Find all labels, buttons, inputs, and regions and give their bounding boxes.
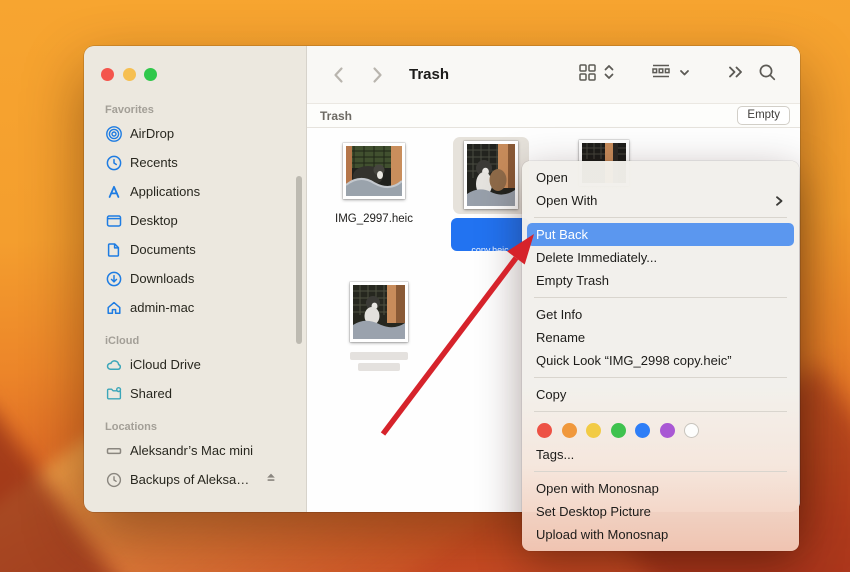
- tag-color-purple[interactable]: [659, 422, 675, 438]
- menu-separator: [534, 471, 787, 472]
- tag-color-row: [522, 417, 799, 443]
- mac-mini-icon: [104, 441, 123, 460]
- airdrop-icon: [104, 124, 123, 143]
- tag-color-green[interactable]: [610, 422, 626, 438]
- menu-separator: [534, 377, 787, 378]
- applications-icon: [104, 182, 123, 201]
- search-icon[interactable]: [757, 62, 778, 88]
- sidebar-item-backups[interactable]: Backups of Aleksa…: [102, 465, 294, 494]
- file-thumbnail-img-2998-copy[interactable]: [464, 141, 518, 209]
- sidebar-item-mac-mini[interactable]: Aleksandr’s Mac mini: [102, 436, 294, 465]
- sidebar-item-shared[interactable]: Shared: [102, 379, 294, 408]
- grid-view-icon: [577, 62, 598, 88]
- view-options-button[interactable]: [577, 62, 615, 88]
- document-icon: [104, 240, 123, 259]
- menu-item-quick-look[interactable]: Quick Look “IMG_2998 copy.heic”: [522, 349, 799, 372]
- menu-item-open-with-monosnap[interactable]: Open with Monosnap: [522, 477, 799, 500]
- sidebar-item-label: Downloads: [130, 271, 195, 286]
- backup-clock-icon: [104, 470, 123, 489]
- tag-color-yellow[interactable]: [586, 422, 601, 438]
- tag-color-orange[interactable]: [561, 422, 577, 438]
- sidebar-item-label: Desktop: [130, 213, 178, 228]
- sidebar-item-label: admin-mac: [130, 300, 195, 315]
- menu-item-put-back[interactable]: Put Back: [527, 223, 794, 246]
- group-by-button[interactable]: [649, 62, 691, 87]
- menu-separator: [534, 217, 787, 218]
- sidebar: Favorites AirDrop Recents Applications D…: [84, 46, 307, 512]
- tag-color-none[interactable]: [684, 422, 699, 438]
- faded-file-name-label: [350, 352, 408, 371]
- sidebar-item-desktop[interactable]: Desktop: [102, 206, 294, 235]
- sidebar-item-icloud-drive[interactable]: iCloud Drive: [102, 350, 294, 379]
- menu-item-open-with[interactable]: Open With: [522, 189, 799, 212]
- sidebar-section-icloud: iCloud: [105, 335, 140, 347]
- desktop-icon: [104, 211, 123, 230]
- path-bar: Trash Empty: [307, 103, 800, 128]
- sidebar-item-downloads[interactable]: Downloads: [102, 264, 294, 293]
- menu-item-copy[interactable]: Copy: [522, 383, 799, 406]
- back-button[interactable]: [329, 64, 349, 86]
- eject-icon[interactable]: [264, 471, 278, 488]
- sidebar-item-label: Backups of Aleksa…: [130, 472, 250, 487]
- cloud-icon: [104, 355, 123, 374]
- sidebar-list: Favorites AirDrop Recents Applications D…: [84, 46, 306, 494]
- minimize-window-button[interactable]: [122, 68, 136, 81]
- file-thumbnail-faded[interactable]: [350, 282, 408, 342]
- file-thumbnail-img-2997[interactable]: [343, 143, 405, 199]
- up-down-chevrons-icon: [603, 62, 615, 87]
- sidebar-item-recents[interactable]: Recents: [102, 148, 294, 177]
- clock-icon: [104, 153, 123, 172]
- chevron-down-icon: [678, 66, 691, 84]
- sidebar-item-label: Recents: [130, 155, 178, 170]
- menu-item-tags[interactable]: Tags...: [522, 443, 799, 466]
- file-name-label[interactable]: IMG_2997.heic: [309, 213, 439, 225]
- sidebar-section-favorites: Favorites: [105, 104, 154, 116]
- sidebar-item-applications[interactable]: Applications: [102, 177, 294, 206]
- sidebar-item-label: Shared: [130, 386, 172, 401]
- selected-file-name-label[interactable]: copy.heic: [451, 218, 529, 251]
- menu-item-get-info[interactable]: Get Info: [522, 303, 799, 326]
- sidebar-section-locations: Locations: [105, 421, 157, 433]
- tag-color-blue[interactable]: [635, 422, 650, 438]
- menu-item-set-desktop-picture[interactable]: Set Desktop Picture: [522, 500, 799, 523]
- sidebar-item-airdrop[interactable]: AirDrop: [102, 119, 294, 148]
- sidebar-item-label: Applications: [130, 184, 201, 199]
- sidebar-item-label: Documents: [130, 242, 196, 257]
- menu-separator: [534, 297, 787, 298]
- submenu-chevron-icon: [773, 194, 785, 208]
- menu-item-upload-with-monosnap[interactable]: Upload with Monosnap: [522, 523, 799, 546]
- menu-separator: [534, 411, 787, 412]
- empty-trash-button[interactable]: Empty: [737, 106, 790, 125]
- forward-button[interactable]: [367, 64, 387, 86]
- context-menu: Open Open With Put Back Delete Immediate…: [522, 161, 799, 551]
- sidebar-scrollbar[interactable]: [296, 176, 302, 344]
- shared-folder-icon: [104, 384, 123, 403]
- download-circle-icon: [104, 269, 123, 288]
- group-by-icon: [649, 62, 673, 87]
- menu-item-empty-trash[interactable]: Empty Trash: [522, 269, 799, 292]
- menu-item-open[interactable]: Open: [522, 166, 799, 189]
- zoom-window-button[interactable]: [144, 68, 157, 81]
- sidebar-item-label: iCloud Drive: [130, 357, 201, 372]
- more-toolbar-items-button[interactable]: [725, 62, 747, 87]
- menu-item-delete-immediately[interactable]: Delete Immediately...: [522, 246, 799, 269]
- menu-item-rename[interactable]: Rename: [522, 326, 799, 349]
- sidebar-item-admin-mac[interactable]: admin-mac: [102, 293, 294, 322]
- close-window-button[interactable]: [101, 68, 114, 81]
- sidebar-item-label: Aleksandr’s Mac mini: [130, 443, 254, 458]
- traffic-lights: [101, 68, 157, 81]
- sidebar-item-documents[interactable]: Documents: [102, 235, 294, 264]
- home-icon: [104, 298, 123, 317]
- window-title: Trash: [409, 66, 450, 83]
- tag-color-red[interactable]: [537, 422, 552, 438]
- sidebar-item-label: AirDrop: [130, 126, 175, 141]
- path-location-label: Trash: [320, 108, 353, 123]
- toolbar: Trash: [307, 46, 800, 103]
